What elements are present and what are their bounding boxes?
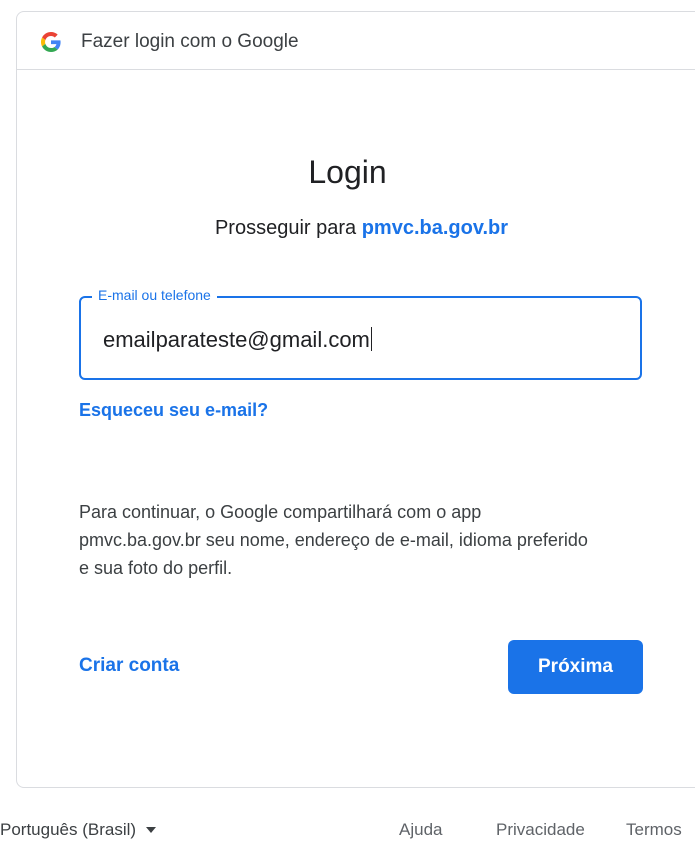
- text-cursor: [370, 327, 372, 351]
- help-link[interactable]: Ajuda: [399, 820, 442, 840]
- forgot-email-link[interactable]: Esqueceu seu e-mail?: [79, 400, 268, 421]
- create-account-link[interactable]: Criar conta: [79, 655, 179, 677]
- next-button[interactable]: Próxima: [508, 640, 643, 694]
- email-field-value[interactable]: emailparateste@gmail.com: [103, 327, 372, 353]
- privacy-link[interactable]: Privacidade: [496, 820, 585, 840]
- email-field-text: emailparateste@gmail.com: [103, 327, 370, 352]
- card-header: Fazer login com o Google: [17, 12, 695, 70]
- app-domain-link[interactable]: pmvc.ba.gov.br: [362, 217, 508, 239]
- subtitle: Prosseguir para pmvc.ba.gov.br: [0, 217, 695, 240]
- terms-link[interactable]: Termos: [626, 820, 682, 840]
- email-field-label: E-mail ou telefone: [92, 287, 217, 303]
- language-label: Português (Brasil): [0, 820, 137, 839]
- google-g-logo-icon: [41, 32, 61, 52]
- subtitle-prefix: Prosseguir para: [214, 217, 362, 239]
- page-title: Login: [308, 154, 387, 190]
- language-selector[interactable]: Português (Brasil): [0, 820, 157, 840]
- privacy-notice: Para continuar, o Google compartilhará c…: [79, 502, 588, 578]
- header-title: Fazer login com o Google: [81, 31, 299, 52]
- caret-down-icon: [146, 827, 157, 833]
